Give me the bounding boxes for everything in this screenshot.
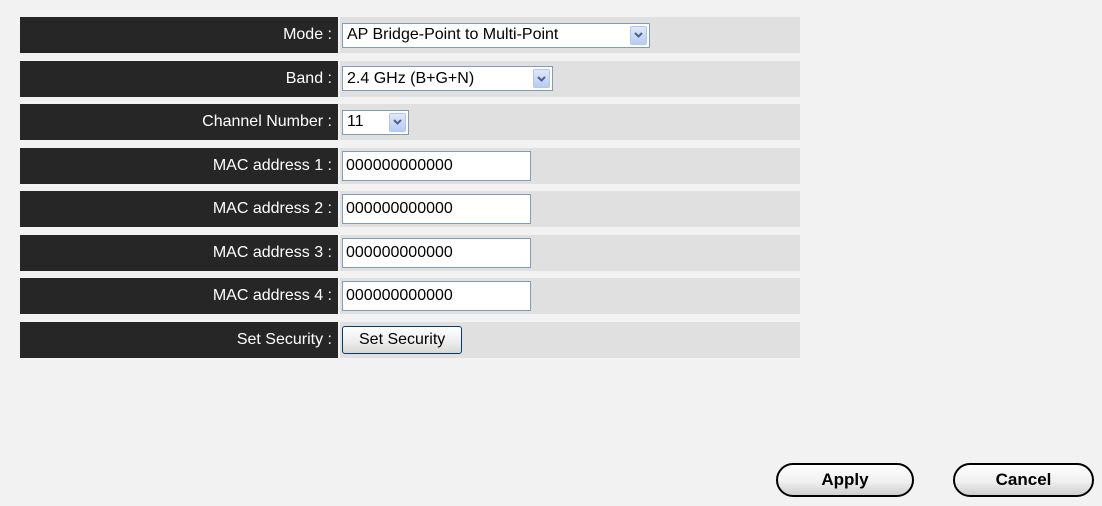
mac1-row: MAC address 1 : 000000000000 [20, 147, 800, 184]
settings-form: Mode : AP Bridge-Point to Multi-Point Ba… [20, 17, 800, 365]
channel-label: Channel Number : [20, 104, 338, 140]
cancel-button[interactable]: Cancel [953, 463, 1094, 497]
band-row: Band : 2.4 GHz (B+G+N) [20, 60, 800, 97]
security-label: Set Security : [20, 321, 338, 358]
mac4-field[interactable]: 000000000000 [342, 281, 531, 311]
apply-button[interactable]: Apply [776, 463, 914, 497]
mac4-label: MAC address 4 : [20, 278, 338, 314]
channel-select[interactable]: 11 [342, 109, 409, 135]
mode-select-value: AP Bridge-Point to Multi-Point [347, 26, 559, 43]
band-cell: 2.4 GHz (B+G+N) [340, 60, 800, 97]
chevron-down-icon[interactable] [630, 25, 647, 45]
chevron-down-icon[interactable] [389, 112, 406, 132]
mac1-label: MAC address 1 : [20, 147, 338, 184]
mac2-field[interactable]: 000000000000 [342, 194, 531, 224]
band-select[interactable]: 2.4 GHz (B+G+N) [342, 66, 553, 91]
mode-cell: AP Bridge-Point to Multi-Point [340, 17, 800, 53]
channel-row: Channel Number : 11 [20, 104, 800, 140]
band-label: Band : [20, 60, 338, 97]
band-select-value: 2.4 GHz (B+G+N) [347, 69, 475, 87]
mac2-label: MAC address 2 : [20, 191, 338, 227]
mode-label: Mode : [20, 17, 338, 53]
mac1-field[interactable]: 000000000000 [342, 150, 531, 181]
mac4-cell: 000000000000 [340, 278, 800, 314]
chevron-down-icon[interactable] [533, 69, 550, 88]
channel-cell: 11 [340, 104, 800, 140]
mode-select[interactable]: AP Bridge-Point to Multi-Point [342, 22, 650, 48]
mac3-cell: 000000000000 [340, 234, 800, 271]
mac3-field[interactable]: 000000000000 [342, 237, 531, 268]
security-cell: Set Security [340, 321, 800, 358]
channel-select-value: 11 [347, 113, 364, 130]
mac1-cell: 000000000000 [340, 147, 800, 184]
mac3-row: MAC address 3 : 000000000000 [20, 234, 800, 271]
mac2-cell: 000000000000 [340, 191, 800, 227]
mac2-row: MAC address 2 : 000000000000 [20, 191, 800, 227]
mac3-label: MAC address 3 : [20, 234, 338, 271]
mac4-row: MAC address 4 : 000000000000 [20, 278, 800, 314]
set-security-button[interactable]: Set Security [342, 325, 463, 354]
security-row: Set Security : Set Security [20, 321, 800, 358]
mode-row: Mode : AP Bridge-Point to Multi-Point [20, 17, 800, 53]
